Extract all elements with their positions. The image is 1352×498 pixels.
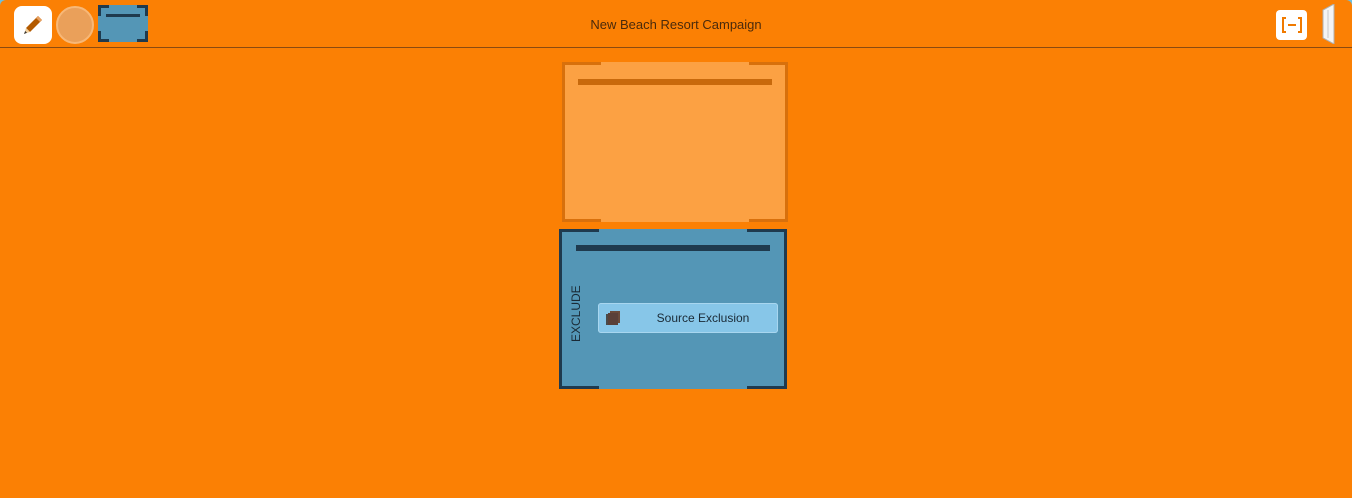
include-set-drag-bar[interactable] <box>578 79 772 85</box>
exclude-label: EXCLUDE <box>569 285 583 342</box>
chip-label: Source Exclusion <box>656 311 750 325</box>
corner-mark <box>98 31 109 42</box>
app-window: New Beach Resort Campaign EXCLUDE Source… <box>0 0 1352 498</box>
exclude-set-card[interactable]: EXCLUDE Source Exclusion <box>559 229 787 389</box>
card-notch <box>601 62 749 66</box>
fit-to-screen-button[interactable] <box>1276 10 1307 40</box>
exclude-set-drag-bar[interactable] <box>576 245 770 251</box>
source-exclusion-chip[interactable]: Source Exclusion <box>598 303 778 333</box>
page-title: New Beach Resort Campaign <box>590 17 762 32</box>
fit-to-screen-icon <box>1281 17 1302 33</box>
card-notch <box>599 229 747 233</box>
corner-mark <box>137 31 148 42</box>
toolbar: New Beach Resort Campaign <box>0 0 1352 48</box>
include-set-card[interactable] <box>562 62 788 222</box>
collapse-panel-button[interactable] <box>1320 3 1336 45</box>
collapse-panel-icon <box>1322 3 1335 45</box>
card-notch <box>601 218 749 222</box>
source-stack-icon <box>606 311 620 325</box>
card-notch <box>599 385 747 389</box>
